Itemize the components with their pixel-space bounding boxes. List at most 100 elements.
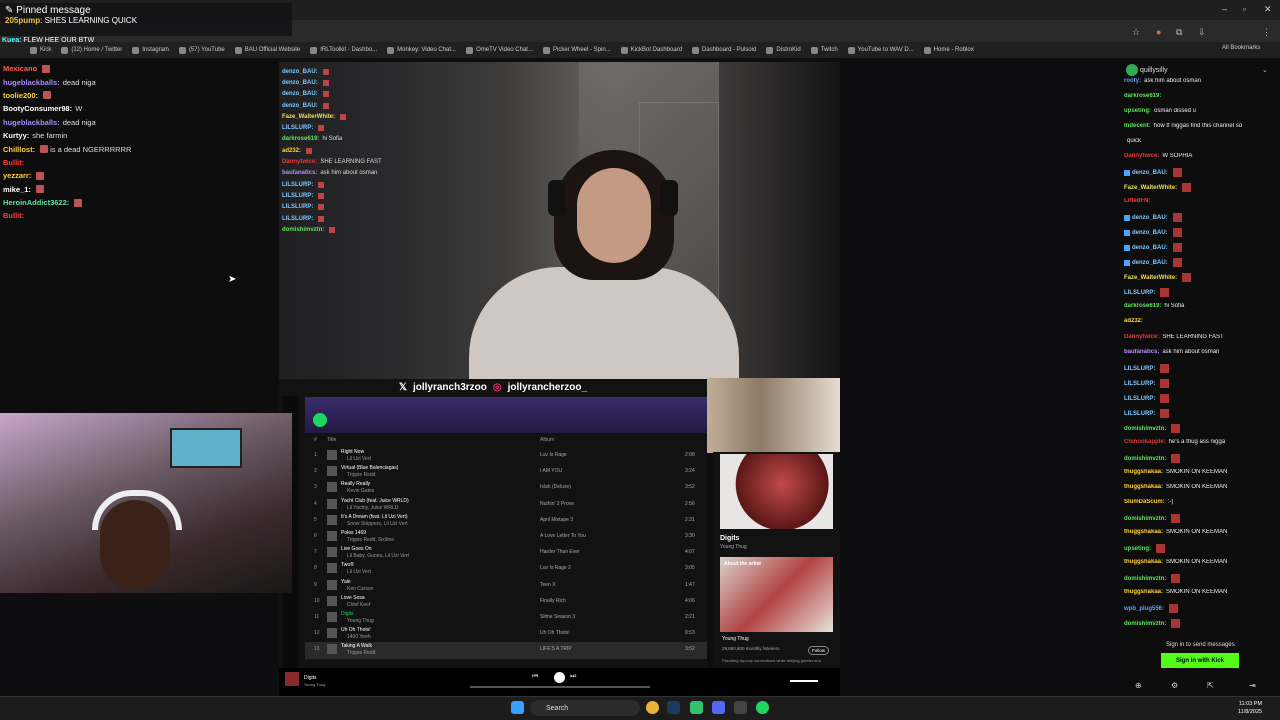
gear-icon[interactable]: ⚙ <box>1171 681 1178 690</box>
track-row[interactable]: 1 Right Now Lil Uzi Vert Luv Is Rage 2:08 <box>305 448 707 464</box>
bookmark-item[interactable]: Instagram <box>132 46 169 54</box>
track-row[interactable]: 7 Live Goes On Lil Baby, Gunna, Lil Uzi Ve… <box>305 545 707 561</box>
chat-username[interactable]: Faze_WalterWhite: <box>1124 185 1177 191</box>
chat-username[interactable]: LILSLURP: <box>1124 411 1155 417</box>
chat-username[interactable]: BootyConsumer98: <box>3 104 72 113</box>
chat-username[interactable]: HeroinAddict3622: <box>3 198 69 207</box>
track-row[interactable]: 11 Digits Young Thug Slime Season 3 2:21 <box>305 610 707 626</box>
channel-name[interactable]: quillysilly <box>1140 67 1168 74</box>
signin-with-kick-button[interactable]: Sign in with Kick <box>1161 653 1239 668</box>
chat-username[interactable]: Mexicano <box>3 64 37 73</box>
chat-username[interactable]: thuggshakaa: <box>1124 589 1163 595</box>
play-button[interactable] <box>313 413 327 427</box>
bookmark-item[interactable]: Twitch <box>810 46 838 54</box>
chat-username[interactable]: LILSLURP: <box>1124 290 1155 296</box>
next-icon[interactable]: ⏭ <box>570 673 576 681</box>
chat-username[interactable]: denzo_BAU: <box>1132 170 1168 176</box>
follow-button[interactable]: Follow <box>808 646 830 655</box>
track-row[interactable]: 13 Taking A Walk Trippie Redd LIFE'S A TRIP… <box>305 642 707 659</box>
track-row[interactable]: 3 Really Really Kevin Gates Islah (Deluxe) 3… <box>305 480 707 496</box>
bookmark-item[interactable]: Monkey: Video Chat... <box>387 46 456 54</box>
collapse-icon[interactable]: ⇥ <box>1249 681 1256 690</box>
chat-username[interactable]: thuggshakaa: <box>1124 469 1163 475</box>
chat-username[interactable]: thuggshakaa: <box>1124 559 1163 565</box>
track-row[interactable]: 12 Uh Oh Thots! 1400 Yeeh Uh Oh Thots! 0:53 <box>305 626 707 642</box>
close-icon[interactable]: ✕ <box>1264 4 1272 15</box>
chat-username[interactable]: domishimvztn: <box>1124 516 1166 522</box>
bookmark-item[interactable]: Dashboard - Pulsoid <box>692 46 756 54</box>
obs-icon[interactable] <box>734 701 747 714</box>
bookmark-item[interactable]: Home - Roblox <box>923 46 974 54</box>
chat-username[interactable]: LILSLURP: <box>1124 366 1155 372</box>
track-row[interactable]: 5 It's A Dream (feat. Lil Uzi Vert) Snow S… <box>305 513 707 529</box>
chat-username[interactable]: toolie200: <box>3 91 38 100</box>
track-row[interactable]: 2 Virtual (Blue Balenciagas) Trippie Redd I… <box>305 464 707 480</box>
menu-icon[interactable]: ⋮ <box>1262 27 1271 38</box>
start-icon[interactable] <box>511 701 524 714</box>
chat-username[interactable]: thuggshakaa: <box>1124 529 1163 535</box>
chat-username[interactable]: wpb_plug556: <box>1124 606 1164 612</box>
chat-username[interactable]: Dannytwice: <box>1124 153 1159 159</box>
chat-username[interactable]: SlumDaScum: <box>1124 499 1165 505</box>
app-icon[interactable] <box>690 701 703 714</box>
chat-username[interactable]: domishimvztn: <box>1124 576 1166 582</box>
star-icon[interactable]: ☆ <box>1132 27 1140 38</box>
chat-username[interactable]: Kurtyy: <box>3 131 29 140</box>
extension-icon[interactable]: ● <box>1156 27 1161 37</box>
popout-icon[interactable]: ⇱ <box>1207 681 1214 690</box>
chat-username[interactable]: Dannytwice: <box>1124 334 1159 340</box>
chat-username[interactable]: darkrose619: <box>1124 303 1161 309</box>
discord-icon[interactable] <box>712 701 725 714</box>
bookmark-item[interactable]: YouTube to WAV D... <box>847 46 914 54</box>
all-bookmarks[interactable]: All Bookmarks <box>1222 45 1260 51</box>
chat-username[interactable]: Chinookapple: <box>1124 439 1166 445</box>
chat-username[interactable]: domishimvztn: <box>1124 426 1166 432</box>
bookmark-item[interactable]: (12) Home / Twitter <box>61 46 122 54</box>
chat-username[interactable]: mike_1: <box>3 185 31 194</box>
chat-username[interactable]: Bullit: <box>3 211 24 220</box>
player-play-button[interactable] <box>554 672 565 683</box>
bookmark-item[interactable]: BAU Official Website <box>234 46 300 54</box>
volume-slider[interactable] <box>790 680 818 682</box>
chat-username[interactable]: domishimvztn: <box>1124 456 1166 462</box>
chat-username[interactable]: ad232: <box>1124 318 1143 324</box>
chat-username[interactable]: baufanatics: <box>1124 349 1159 355</box>
chat-username[interactable]: domishimvztn: <box>1124 621 1166 627</box>
chat-username[interactable]: yezzarr: <box>3 171 31 180</box>
chat-username[interactable]: hugeblackballs: <box>3 78 60 87</box>
taskbar-clock[interactable]: 11:03 PM 11/8/2025 <box>1238 700 1262 716</box>
bookmark-item[interactable]: (57) YouTube <box>178 46 225 54</box>
previous-icon[interactable]: ⏮ <box>532 673 538 681</box>
chat-username[interactable]: Bullit: <box>3 158 24 167</box>
chat-username[interactable]: upseting: <box>1124 546 1151 552</box>
chat-username[interactable]: LILSLURP: <box>1124 396 1155 402</box>
chat-username[interactable]: denzo_BAU: <box>1132 260 1168 266</box>
chevron-down-icon[interactable]: ⌄ <box>1262 66 1268 74</box>
chat-username[interactable]: Faze_WalterWhite: <box>1124 275 1177 281</box>
maximize-icon[interactable]: ▫ <box>1243 4 1246 14</box>
track-row[interactable]: 8 Two® Lil Uzi Vert Luv Is Rage 2 3:05 <box>305 561 707 577</box>
add-user-icon[interactable]: ⊕ <box>1135 681 1142 690</box>
chat-username[interactable]: LILSLURP: <box>1124 381 1155 387</box>
spotify-icon[interactable] <box>756 701 769 714</box>
chat-username[interactable]: Chilllost: <box>3 145 35 154</box>
puzzle-icon[interactable]: ⧉ <box>1176 27 1182 38</box>
track-row[interactable]: 9 Yale Ken Carson Teen X 1:47 <box>305 578 707 594</box>
chat-username[interactable]: LiftedFN: <box>1124 198 1150 204</box>
chat-username[interactable]: hugeblackballs: <box>3 118 60 127</box>
taskbar-search[interactable]: Search <box>530 700 640 716</box>
download-icon[interactable]: ⇩ <box>1198 27 1206 38</box>
chat-username[interactable]: thuggshakaa: <box>1124 484 1163 490</box>
minimize-icon[interactable]: – <box>1222 4 1227 14</box>
steam-icon[interactable] <box>667 701 680 714</box>
chat-username[interactable]: Indecent: <box>1124 123 1151 129</box>
bookmark-item[interactable]: DistroKid <box>766 46 801 54</box>
chat-username[interactable]: darkrose619: <box>1124 93 1161 99</box>
bookmark-item[interactable]: IRLToolkit - Dashbo... <box>310 46 377 54</box>
bookmark-item[interactable]: KickBot Dashboard <box>620 46 682 54</box>
progress-bar[interactable] <box>470 686 650 688</box>
chat-username[interactable]: upseting: <box>1124 108 1151 114</box>
track-row[interactable]: 6 Poles 1469 Trippie Redd, 6ix9ine A Love L… <box>305 529 707 545</box>
track-row[interactable]: 10 Love Sosa Chief Keef Finally Rich 4:06 <box>305 594 707 610</box>
bookmark-item[interactable]: Picker Wheel - Spin... <box>542 46 611 54</box>
